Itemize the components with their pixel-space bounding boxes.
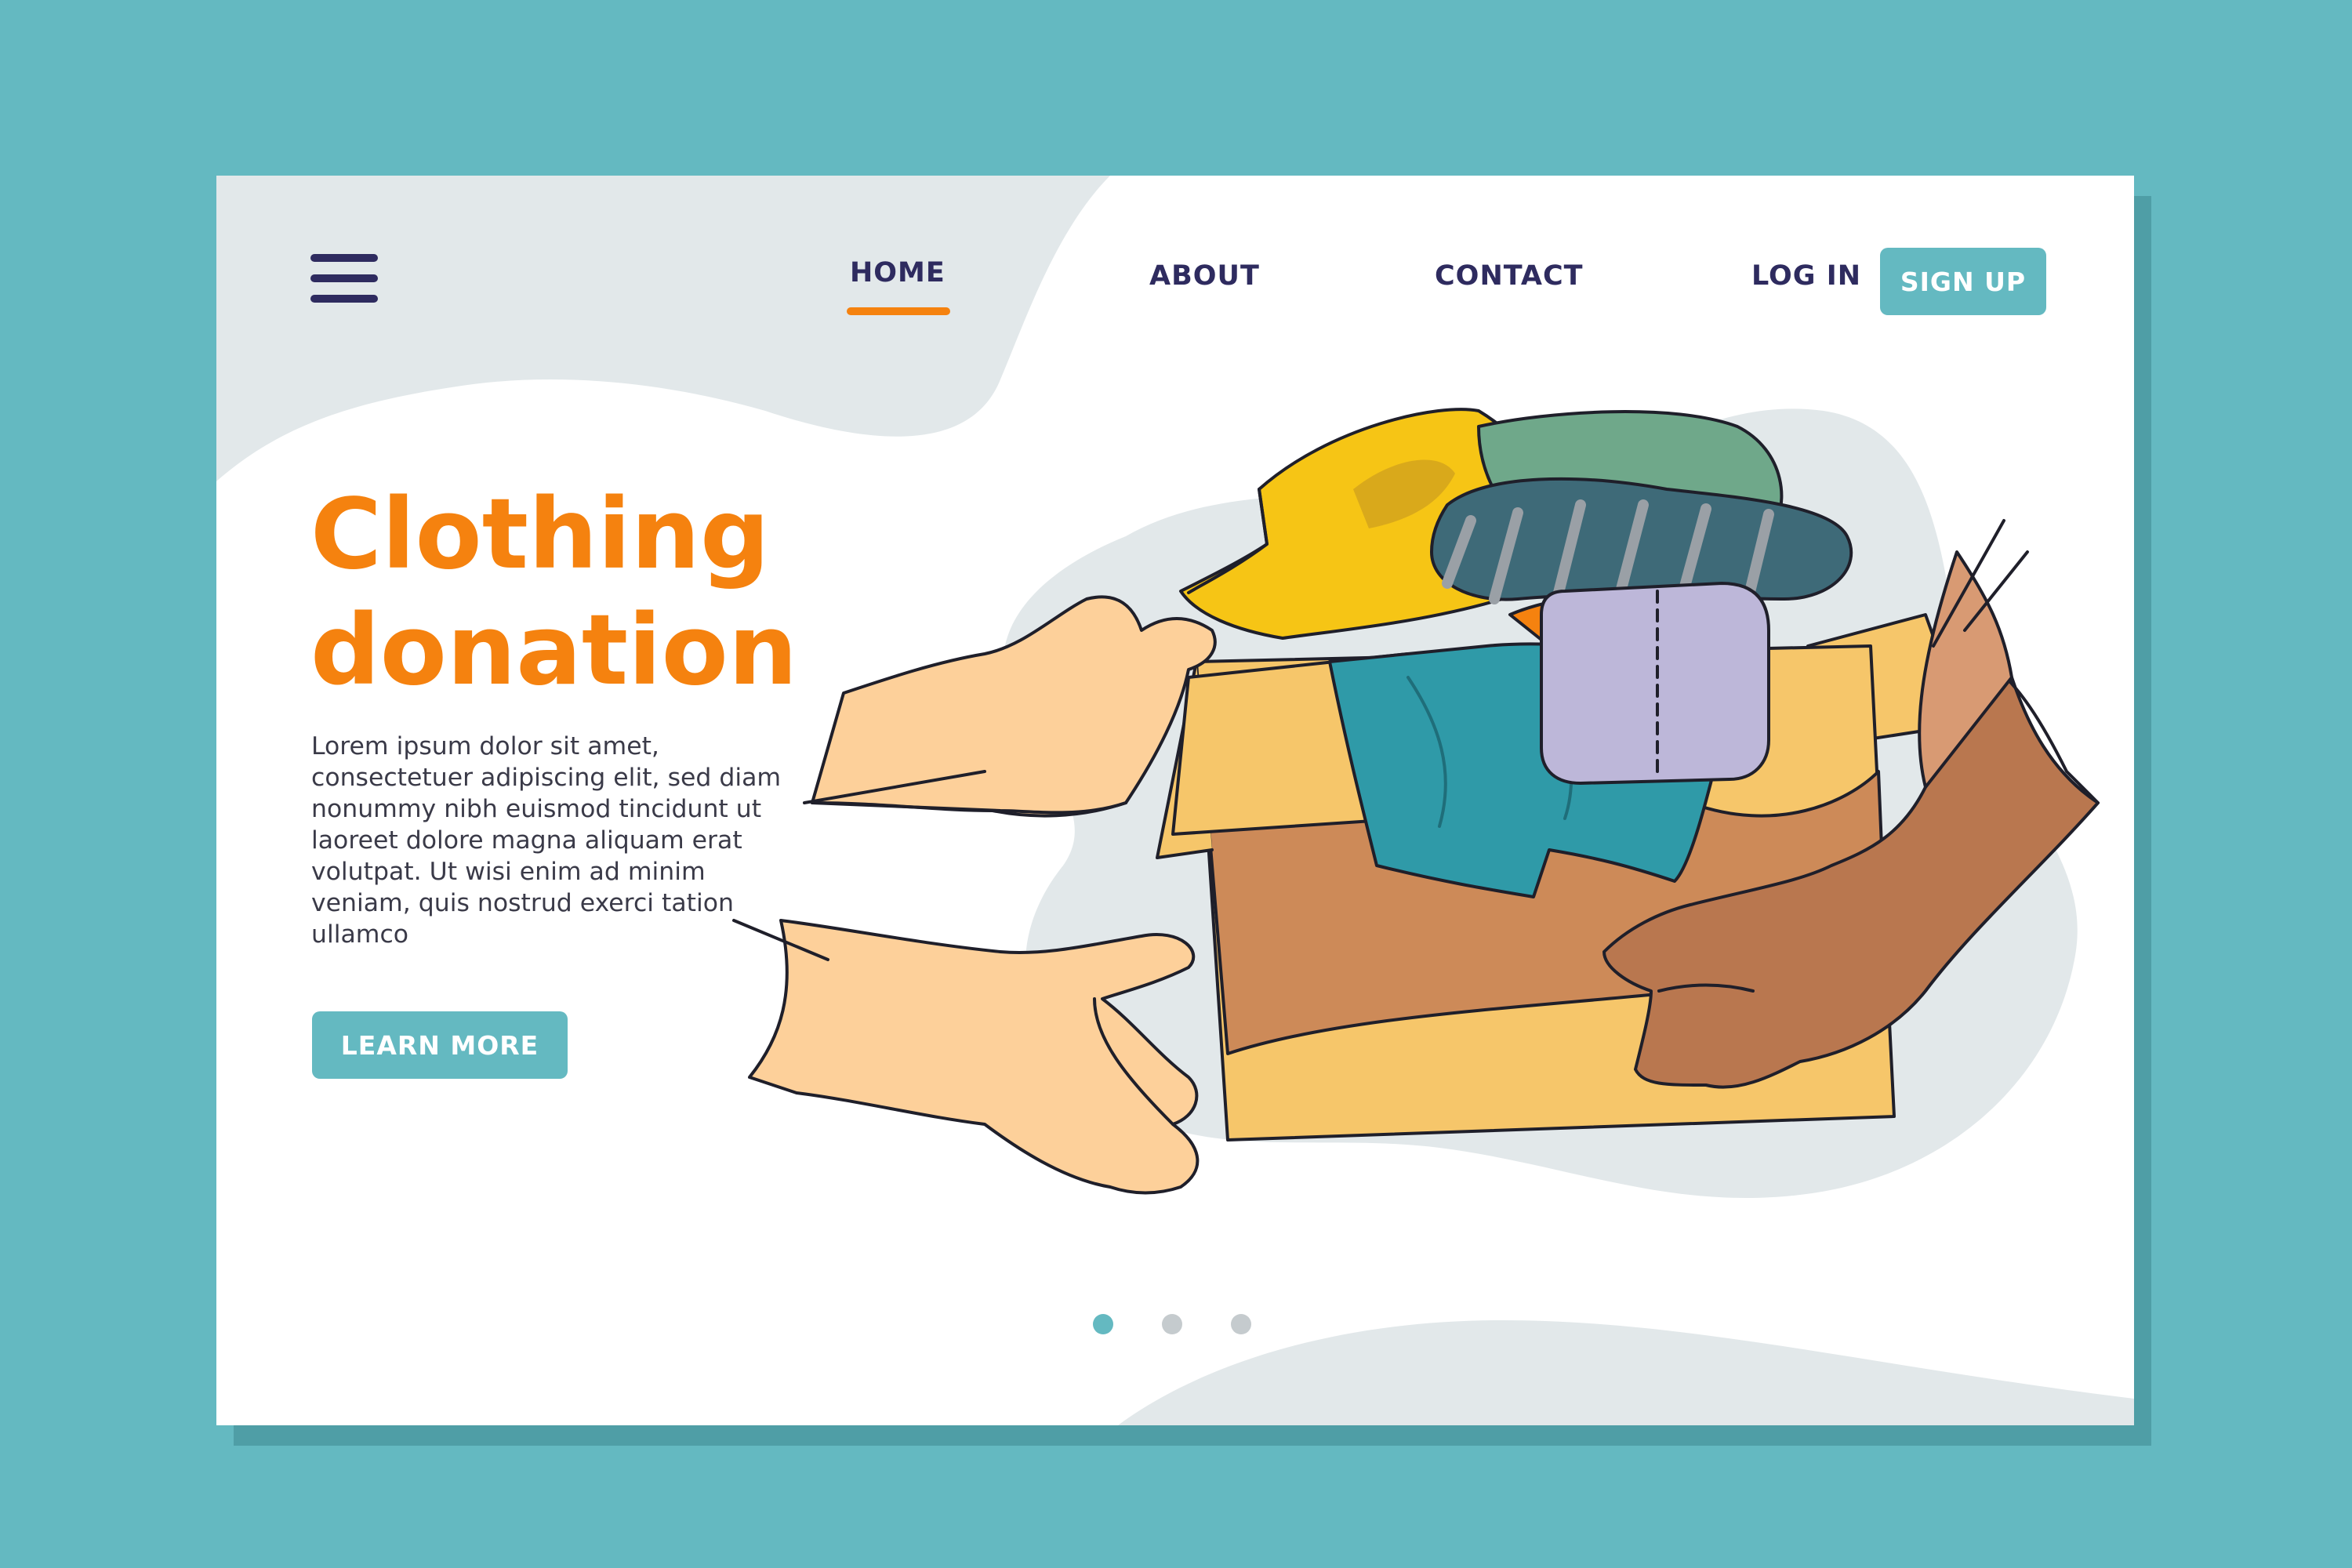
carousel-dot-3[interactable]: [1231, 1314, 1251, 1334]
carousel-dot-1[interactable]: [1093, 1314, 1113, 1334]
landing-page: HOME ABOUT CONTACT LOG IN SIGN UP Clothi…: [216, 176, 2134, 1425]
carousel-dot-2[interactable]: [1162, 1314, 1182, 1334]
donation-box-illustration: [732, 408, 2100, 1195]
